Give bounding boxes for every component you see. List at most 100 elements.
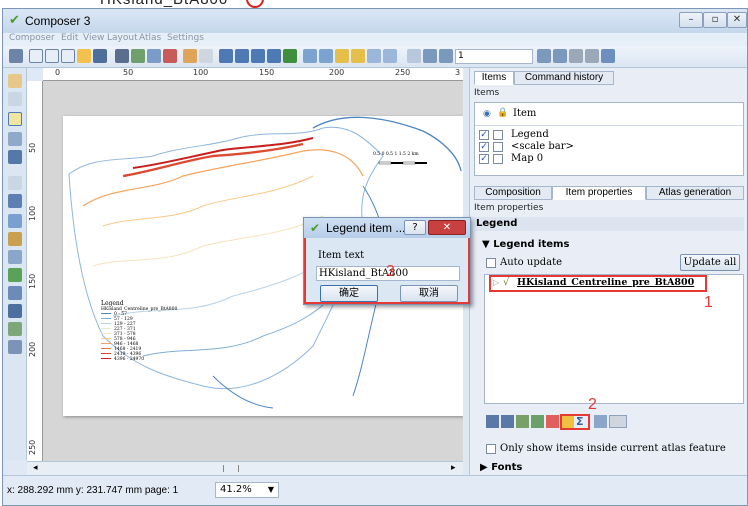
close-window-button[interactable]: ✕ [727,12,747,28]
item-legend[interactable]: Legend [511,129,549,140]
move-content-icon[interactable] [8,132,22,146]
maximize-button[interactable]: ▫ [703,12,727,28]
composer-manager-icon[interactable] [61,49,75,63]
zoom-tool-icon[interactable] [8,92,22,106]
lock-checkbox[interactable] [493,154,503,164]
scroll-right-icon[interactable]: ▸ [451,463,456,473]
new-composer-icon[interactable] [29,49,43,63]
items-list[interactable]: ◉ 🔒 Item ✓ Legend ✓ <scale bar> ✓ Map 0 [474,102,744,176]
atlas-print-icon[interactable] [569,49,583,63]
add-scalebar-icon[interactable] [8,250,22,264]
export-pdf-icon[interactable] [163,49,177,63]
add-arrow-icon[interactable] [8,286,22,300]
canvas-horizontal-scrollbar[interactable]: ◂ ▸ [27,461,463,475]
expression-dropdown-icon[interactable] [609,415,627,428]
map-legend[interactable]: Legend HKisland_Centreline_pre_BtA800 0 … [101,300,191,362]
edit-nodes-icon[interactable] [8,150,22,164]
duplicate-composer-icon[interactable] [45,49,59,63]
visibility-checkbox[interactable]: ✓ [479,142,489,152]
visibility-checkbox[interactable]: ✓ [479,154,489,164]
lock-checkbox[interactable] [493,142,503,152]
refresh-icon[interactable] [283,49,297,63]
save-template-icon[interactable] [93,49,107,63]
legend-tree-item[interactable]: HKisland_Centreline_pre_BtA800 [517,277,694,288]
add-label-icon[interactable] [8,214,22,228]
ruler-tick-label: 100 [193,68,209,77]
atlas-filter-checkbox[interactable] [486,444,496,454]
zoom-100-icon[interactable] [235,49,249,63]
scroll-left-icon[interactable]: ◂ [33,463,38,473]
add-polyline-icon[interactable] [8,304,22,318]
pan-hand-icon[interactable] [8,74,22,88]
tab-item-properties[interactable]: Item properties [552,186,646,200]
open-template-icon[interactable] [77,49,91,63]
minimize-button[interactable]: – [679,12,703,28]
print-icon[interactable] [115,49,129,63]
atlas-export-icon[interactable] [585,49,599,63]
raise-item-icon[interactable] [367,49,381,63]
ok-button[interactable]: 确定 [320,285,378,302]
tab-atlas-generation[interactable]: Atlas generation [646,186,744,200]
menu-view[interactable]: View [83,33,104,43]
undo-icon[interactable] [183,49,197,63]
menu-layout[interactable]: Layout [107,33,138,43]
add-map-icon[interactable] [8,176,22,190]
add-shape-icon[interactable] [8,268,22,282]
atlas-page-field[interactable]: 1 [455,49,533,64]
tab-command-history[interactable]: Command history [514,71,614,85]
tab-items[interactable]: Items [474,71,514,85]
fonts-group[interactable]: ▶ Fonts [480,462,522,473]
add-group-icon[interactable] [516,415,529,428]
export-svg-icon[interactable] [147,49,161,63]
cancel-button[interactable]: 取消 [400,285,458,302]
expand-arrow-icon[interactable]: ▷ [493,278,499,287]
auto-update-checkbox[interactable] [486,258,496,268]
item-map[interactable]: Map 0 [511,153,543,164]
menu-composer[interactable]: Composer [9,33,55,43]
update-all-button[interactable]: Update all [680,254,740,271]
unlock-icon[interactable] [351,49,365,63]
zoom-combobox[interactable]: 41.2% ▼ [215,482,279,498]
export-image-icon[interactable] [131,49,145,63]
visibility-checkbox[interactable]: ✓ [479,130,489,140]
dialog-close-button[interactable]: ✕ [428,220,466,235]
redo-icon[interactable] [199,49,213,63]
remove-item-icon[interactable] [546,415,559,428]
filter-icon[interactable] [594,415,607,428]
add-html-icon[interactable] [8,340,22,354]
zoom-out-icon[interactable] [267,49,281,63]
add-table-icon[interactable] [8,322,22,336]
menu-settings[interactable]: Settings [167,33,204,43]
lock-icon[interactable] [335,49,349,63]
add-item-icon[interactable] [531,415,544,428]
edit-item-text-icon[interactable] [562,416,574,428]
save-icon[interactable] [9,49,23,63]
move-down-icon[interactable] [486,415,499,428]
add-legend-icon[interactable] [8,232,22,246]
legend-items-group[interactable]: ▼ Legend items [482,239,569,250]
ungroup-icon[interactable] [319,49,333,63]
zoom-in-icon[interactable] [251,49,265,63]
scroll-thumb[interactable] [223,465,239,472]
menu-edit[interactable]: Edit [61,33,78,43]
move-up-icon[interactable] [501,415,514,428]
group-icon[interactable] [303,49,317,63]
add-image-icon[interactable] [8,194,22,208]
atlas-preview-icon[interactable] [407,49,421,63]
atlas-settings-icon[interactable] [601,49,615,63]
atlas-last-icon[interactable] [553,49,567,63]
atlas-next-icon[interactable] [537,49,551,63]
legend-tree-toolbar: Σ [486,414,686,430]
item-scale-bar[interactable]: <scale bar> [511,141,574,152]
atlas-prev-icon[interactable] [439,49,453,63]
lock-checkbox[interactable] [493,130,503,140]
align-icon[interactable] [383,49,397,63]
chevron-down-icon[interactable]: ▼ [268,483,274,497]
atlas-first-icon[interactable] [423,49,437,63]
select-move-icon[interactable] [8,112,22,126]
tab-composition[interactable]: Composition [474,186,552,200]
sigma-count-icon[interactable]: Σ [576,415,584,428]
help-button[interactable]: ? [404,220,426,235]
zoom-full-icon[interactable] [219,49,233,63]
menu-atlas[interactable]: Atlas [139,33,161,43]
